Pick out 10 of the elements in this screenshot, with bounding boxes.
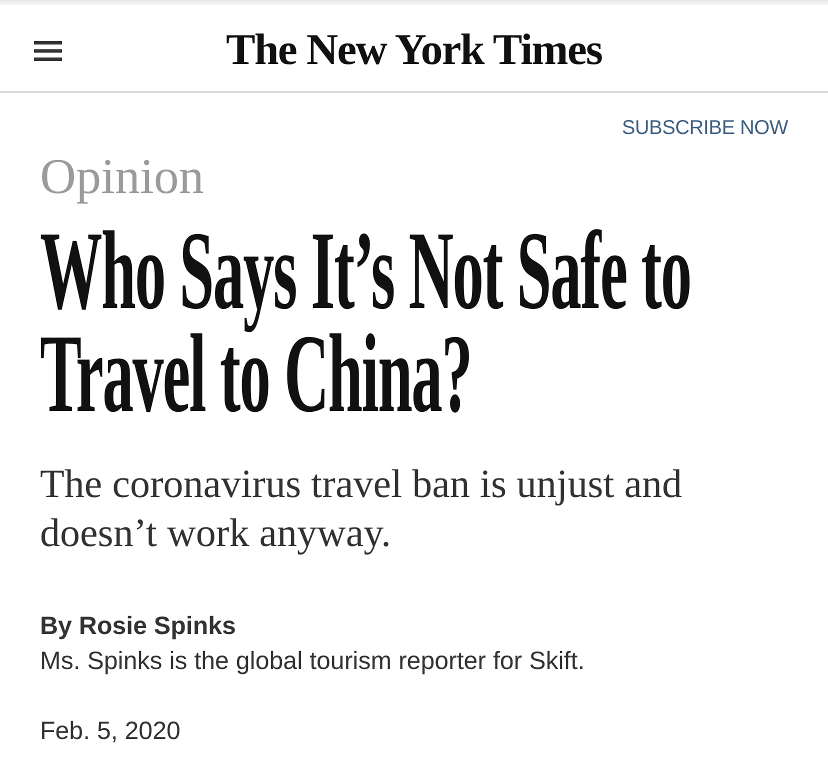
headline: Who Says It’s Not Safe to Travel to China? <box>40 220 692 426</box>
byline: By Rosie Spinks <box>40 612 236 641</box>
author-bio: Ms. Spinks is the global tourism reporter for Skift. <box>40 647 585 676</box>
article-summary: The coronavirus travel ban is unjust and doesn’t work anyway. <box>40 460 684 557</box>
subscribe-link[interactable]: SUBSCRIBE NOW <box>622 117 788 140</box>
publish-date: Feb. 5, 2020 <box>40 717 180 746</box>
site-logo[interactable]: The New York Times <box>226 24 602 74</box>
section-label: Opinion <box>39 147 204 206</box>
menu-icon <box>34 41 62 61</box>
menu-button[interactable] <box>34 41 62 61</box>
